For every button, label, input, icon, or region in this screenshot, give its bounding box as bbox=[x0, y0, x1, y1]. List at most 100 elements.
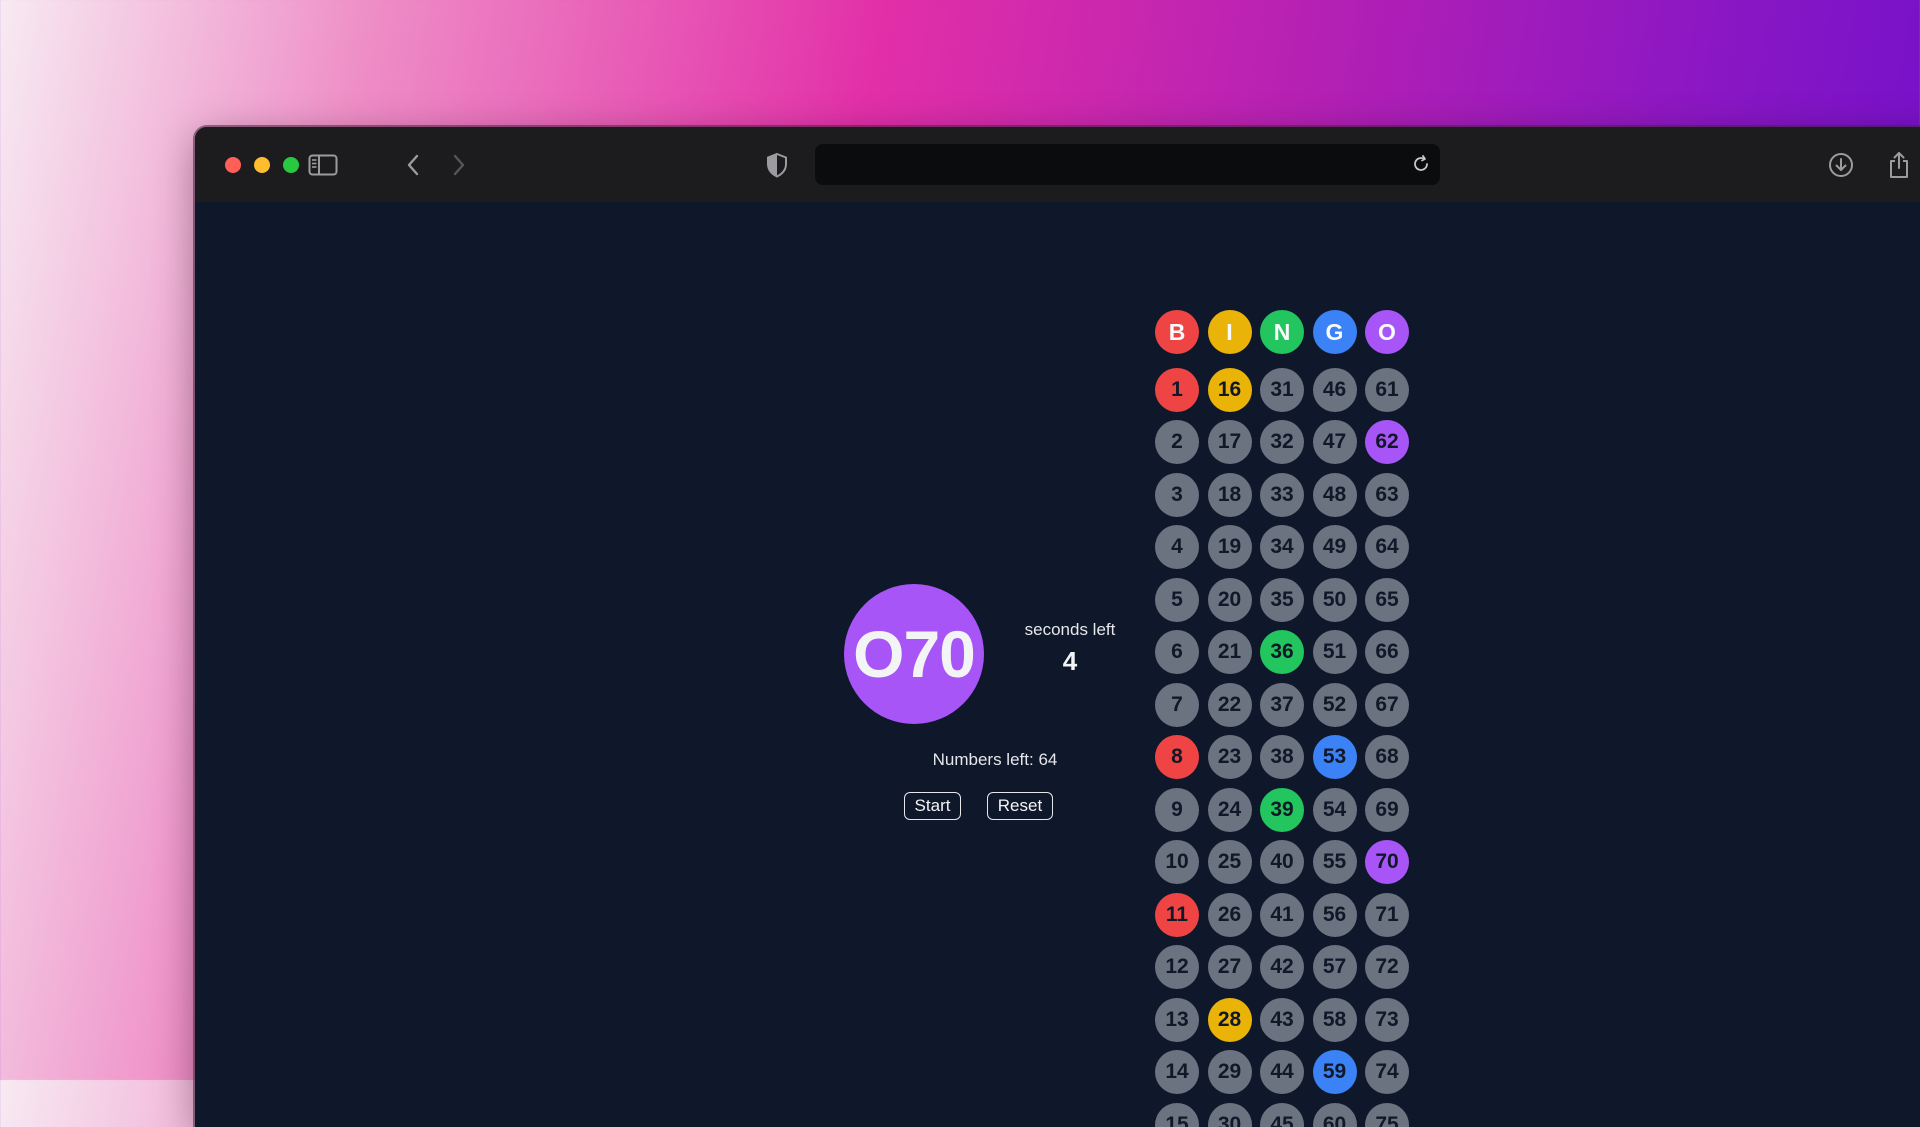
board-number-31: 31 bbox=[1260, 368, 1304, 412]
board-number-3: 3 bbox=[1155, 473, 1199, 517]
board-number-19: 19 bbox=[1208, 525, 1252, 569]
board-number-6: 6 bbox=[1155, 630, 1199, 674]
board-number-11: 11 bbox=[1155, 893, 1199, 937]
numbers-left: Numbers left: 64 bbox=[895, 750, 1095, 770]
board-number-68: 68 bbox=[1365, 735, 1409, 779]
timer-label: seconds left bbox=[1015, 620, 1125, 640]
download-icon[interactable] bbox=[1825, 149, 1857, 181]
board-number-52: 52 bbox=[1313, 683, 1357, 727]
board-number-9: 9 bbox=[1155, 788, 1199, 832]
board-number-66: 66 bbox=[1365, 630, 1409, 674]
board-number-61: 61 bbox=[1365, 368, 1409, 412]
board-number-51: 51 bbox=[1313, 630, 1357, 674]
browser-toolbar bbox=[195, 127, 1920, 202]
page-content: O70 seconds left 4 Numbers left: 64 Star… bbox=[195, 202, 1920, 1127]
board-number-39: 39 bbox=[1260, 788, 1304, 832]
board-number-60: 60 bbox=[1313, 1103, 1357, 1127]
board-number-15: 15 bbox=[1155, 1103, 1199, 1127]
board-number-5: 5 bbox=[1155, 578, 1199, 622]
board-number-71: 71 bbox=[1365, 893, 1409, 937]
board-number-69: 69 bbox=[1365, 788, 1409, 832]
board-number-32: 32 bbox=[1260, 420, 1304, 464]
column-header-o: O bbox=[1365, 310, 1409, 354]
board-number-55: 55 bbox=[1313, 840, 1357, 884]
board-number-48: 48 bbox=[1313, 473, 1357, 517]
timer-value: 4 bbox=[1015, 646, 1125, 677]
column-header-i: I bbox=[1208, 310, 1252, 354]
board-number-49: 49 bbox=[1313, 525, 1357, 569]
board-number-47: 47 bbox=[1313, 420, 1357, 464]
board-number-4: 4 bbox=[1155, 525, 1199, 569]
board-number-29: 29 bbox=[1208, 1050, 1252, 1094]
board-number-44: 44 bbox=[1260, 1050, 1304, 1094]
board-number-7: 7 bbox=[1155, 683, 1199, 727]
column-header-b: B bbox=[1155, 310, 1199, 354]
browser-window: O70 seconds left 4 Numbers left: 64 Star… bbox=[195, 127, 1920, 1127]
reload-icon[interactable] bbox=[1405, 148, 1437, 180]
board-number-28: 28 bbox=[1208, 998, 1252, 1042]
numbers-left-value: 64 bbox=[1038, 750, 1057, 769]
board-number-63: 63 bbox=[1365, 473, 1409, 517]
board-number-30: 30 bbox=[1208, 1103, 1252, 1127]
board-number-24: 24 bbox=[1208, 788, 1252, 832]
board-number-56: 56 bbox=[1313, 893, 1357, 937]
numbers-left-label: Numbers left: bbox=[933, 750, 1039, 769]
board-number-46: 46 bbox=[1313, 368, 1357, 412]
board-number-35: 35 bbox=[1260, 578, 1304, 622]
board-number-50: 50 bbox=[1313, 578, 1357, 622]
board-number-25: 25 bbox=[1208, 840, 1252, 884]
board-number-45: 45 bbox=[1260, 1103, 1304, 1127]
board-number-72: 72 bbox=[1365, 945, 1409, 989]
board-number-17: 17 bbox=[1208, 420, 1252, 464]
board-number-57: 57 bbox=[1313, 945, 1357, 989]
board-number-2: 2 bbox=[1155, 420, 1199, 464]
board-number-58: 58 bbox=[1313, 998, 1357, 1042]
back-icon[interactable] bbox=[397, 149, 429, 181]
board-number-13: 13 bbox=[1155, 998, 1199, 1042]
board-number-38: 38 bbox=[1260, 735, 1304, 779]
board-number-12: 12 bbox=[1155, 945, 1199, 989]
forward-icon[interactable] bbox=[443, 149, 475, 181]
board-number-18: 18 bbox=[1208, 473, 1252, 517]
board-number-40: 40 bbox=[1260, 840, 1304, 884]
shield-icon[interactable] bbox=[761, 149, 793, 181]
column-header-n: N bbox=[1260, 310, 1304, 354]
board-number-42: 42 bbox=[1260, 945, 1304, 989]
board-number-27: 27 bbox=[1208, 945, 1252, 989]
close-window-button[interactable] bbox=[225, 157, 241, 173]
minimize-window-button[interactable] bbox=[254, 157, 270, 173]
board-number-26: 26 bbox=[1208, 893, 1252, 937]
board-number-65: 65 bbox=[1365, 578, 1409, 622]
reset-button[interactable]: Reset bbox=[987, 792, 1053, 820]
board-number-33: 33 bbox=[1260, 473, 1304, 517]
address-bar[interactable] bbox=[815, 144, 1440, 185]
share-icon[interactable] bbox=[1883, 149, 1915, 181]
board-number-14: 14 bbox=[1155, 1050, 1199, 1094]
board-number-22: 22 bbox=[1208, 683, 1252, 727]
start-button[interactable]: Start bbox=[904, 792, 961, 820]
board-number-23: 23 bbox=[1208, 735, 1252, 779]
board-number-37: 37 bbox=[1260, 683, 1304, 727]
column-header-g: G bbox=[1313, 310, 1357, 354]
board-number-59: 59 bbox=[1313, 1050, 1357, 1094]
board-number-21: 21 bbox=[1208, 630, 1252, 674]
board-number-75: 75 bbox=[1365, 1103, 1409, 1127]
board-number-67: 67 bbox=[1365, 683, 1409, 727]
board-number-16: 16 bbox=[1208, 368, 1252, 412]
board-number-20: 20 bbox=[1208, 578, 1252, 622]
board-number-70: 70 bbox=[1365, 840, 1409, 884]
board-number-36: 36 bbox=[1260, 630, 1304, 674]
board-number-74: 74 bbox=[1365, 1050, 1409, 1094]
board-number-41: 41 bbox=[1260, 893, 1304, 937]
board-number-64: 64 bbox=[1365, 525, 1409, 569]
board-number-62: 62 bbox=[1365, 420, 1409, 464]
board-number-53: 53 bbox=[1313, 735, 1357, 779]
current-ball: O70 bbox=[844, 584, 984, 724]
sidebar-icon[interactable] bbox=[307, 149, 339, 181]
board-number-8: 8 bbox=[1155, 735, 1199, 779]
board-number-34: 34 bbox=[1260, 525, 1304, 569]
board-number-43: 43 bbox=[1260, 998, 1304, 1042]
zoom-window-button[interactable] bbox=[283, 157, 299, 173]
board-number-54: 54 bbox=[1313, 788, 1357, 832]
board-number-10: 10 bbox=[1155, 840, 1199, 884]
